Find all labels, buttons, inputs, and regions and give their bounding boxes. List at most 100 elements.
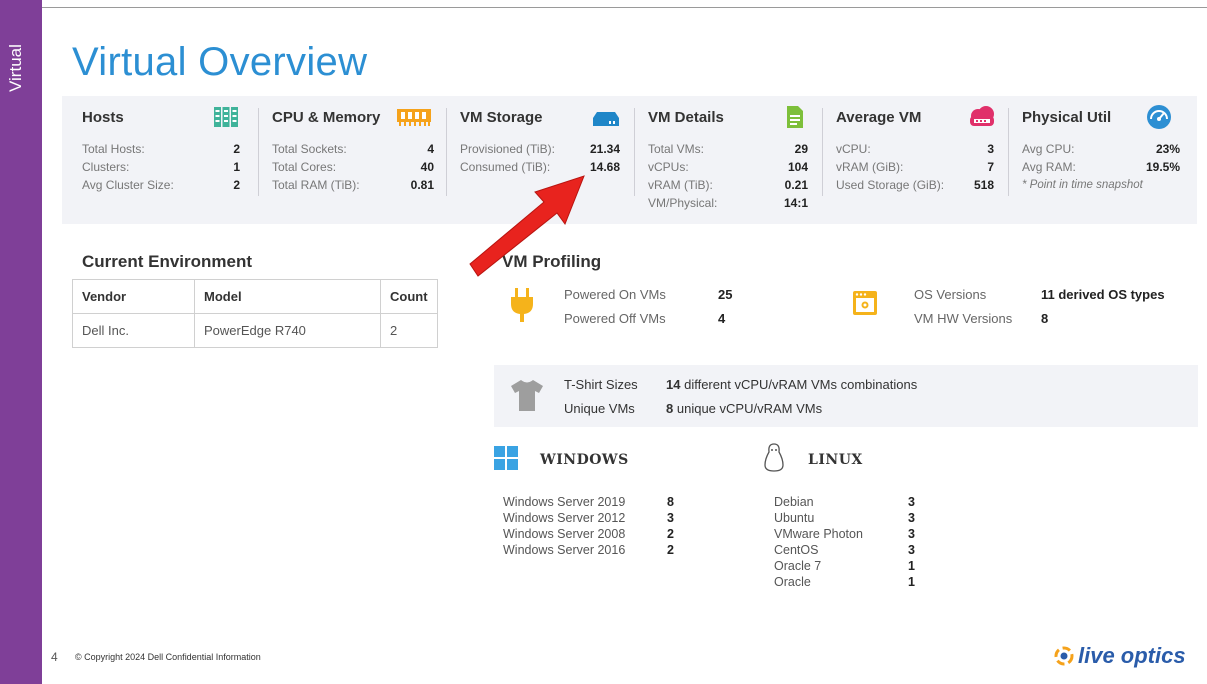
os-count: 3	[908, 511, 915, 525]
os-versions-value-text: 11 derived OS types	[1041, 287, 1165, 302]
memory-chip-icon	[397, 109, 431, 126]
stat-value: 0.21	[784, 178, 808, 192]
stat-label: Avg CPU:	[1022, 142, 1075, 156]
vm-profiling-title: VM Profiling	[502, 252, 602, 271]
os-versions-label: OS Versions	[914, 283, 986, 307]
vm-storage-card: VM Storage Provisioned (TiB): 21.34 Consu…	[446, 96, 634, 224]
hw-versions-label: VM HW Versions	[914, 307, 1012, 331]
column-header-vendor: Vendor	[72, 279, 195, 314]
tshirt-sizes-detail: 14 different vCPU/vRAM VMs combinations	[666, 377, 917, 392]
stat-label: Avg RAM:	[1022, 160, 1076, 174]
os-versions-value: 11 derived OS types	[1041, 283, 1165, 307]
stat-row: Avg RAM: 19.5%	[1022, 158, 1180, 176]
list-item: Oracle 7 1	[774, 558, 915, 574]
list-item: CentOS 3	[774, 542, 915, 558]
stat-value: 19.5%	[1145, 160, 1180, 174]
stat-value: 40	[420, 160, 434, 174]
table-header-row: Vendor Model Count	[72, 279, 438, 314]
stat-value: 21.34	[589, 142, 620, 156]
sidebar: Virtual	[0, 0, 42, 684]
powered-off-label-text: Powered Off VMs	[564, 311, 666, 326]
stat-row: Consumed (TiB): 14.68	[460, 158, 620, 176]
gauge-icon	[1147, 105, 1171, 129]
os-name: Windows Server 2016	[503, 543, 626, 557]
tshirt-icon	[511, 380, 543, 411]
hw-versions-value-text: 8	[1041, 311, 1049, 326]
list-item: Ubuntu 3	[774, 510, 915, 526]
stat-value: 3	[987, 142, 994, 156]
stat-row: Total Cores: 40	[272, 158, 434, 176]
summary-stats-band: Hosts Total Hosts: 2 Clusters: 1 Avg Clust…	[62, 96, 1197, 224]
stat-row: Total RAM (TiB): 0.81	[272, 176, 434, 194]
table-row: Dell Inc. PowerEdge R740 2	[72, 313, 438, 348]
tshirt-sizes-label: T-Shirt Sizes	[564, 377, 638, 392]
stat-value: 7	[987, 160, 994, 174]
copyright-text: © Copyright 2024 Dell Confidential Infor…	[75, 652, 261, 662]
server-rack-icon	[214, 107, 238, 127]
powered-on-value-text: 25	[718, 287, 733, 302]
live-optics-swirl-icon	[1054, 646, 1074, 666]
average-vm-card: Average VM vCPU: 3 vRAM (GiB): 7 Used Stor…	[822, 96, 1008, 224]
vm-details-card: VM Details Total VMs: 29 vCPUs: 104 vRAM (…	[634, 96, 822, 224]
linux-penguin-icon	[764, 443, 784, 472]
stat-label: Total Cores:	[272, 160, 337, 174]
os-name: Oracle 7	[774, 559, 822, 573]
os-name: Debian	[774, 495, 814, 509]
os-name: Windows Server 2008	[503, 527, 626, 541]
stat-label: Clusters:	[82, 160, 130, 174]
stat-row: vCPUs: 104	[648, 158, 808, 176]
stat-value: 1	[233, 160, 240, 174]
stat-label: Consumed (TiB):	[460, 160, 551, 174]
top-divider	[42, 7, 1207, 8]
stat-value: 29	[794, 142, 808, 156]
stat-label: Total Sockets:	[272, 142, 347, 156]
stat-row: Total VMs: 29	[648, 140, 808, 158]
powered-on-label: Powered On VMs	[564, 283, 666, 307]
column-header-model: Model	[194, 279, 381, 314]
os-count: 3	[908, 527, 915, 541]
linux-heading: LINUX	[808, 452, 863, 468]
list-item: Oracle 1	[774, 574, 915, 590]
list-item: Windows Server 2016 2	[503, 542, 674, 558]
stat-value: 518	[973, 178, 994, 192]
os-count: 1	[908, 559, 915, 573]
stat-value: 14:1	[783, 196, 808, 210]
stat-label: Total Hosts:	[82, 142, 145, 156]
stat-value: 2	[233, 142, 240, 156]
stat-value: 14.68	[589, 160, 620, 174]
stat-label: vRAM (GiB):	[836, 160, 904, 174]
linux-os-list: Debian 3 Ubuntu 3 VMware Photon 3 CentOS 3 O…	[774, 494, 915, 590]
os-count: 2	[667, 543, 674, 557]
windows-heading: WINDOWS	[540, 452, 629, 468]
stat-value: 4	[427, 142, 434, 156]
document-icon	[787, 106, 803, 128]
count-cell: 2	[380, 313, 438, 348]
stat-label: Total RAM (TiB):	[272, 178, 360, 192]
powered-off-label: Powered Off VMs	[564, 307, 666, 331]
unique-vms-count: 8	[666, 401, 674, 416]
column-header-count: Count	[380, 279, 438, 314]
cpu-memory-card: CPU & Memory Total Sockets: 4 Total Cores…	[258, 96, 448, 224]
powered-on-label-text: Powered On VMs	[564, 287, 666, 302]
brand-name: live optics	[1078, 643, 1186, 668]
sidebar-label: Virtual	[6, 44, 25, 92]
os-name: Windows Server 2012	[503, 511, 626, 525]
stat-value: 104	[787, 160, 808, 174]
os-name: CentOS	[774, 543, 819, 557]
os-window-icon	[853, 291, 877, 315]
page-title: Virtual Overview	[72, 40, 368, 84]
stat-row: vCPU: 3	[836, 140, 994, 158]
stat-label: Total VMs:	[648, 142, 705, 156]
list-item: Windows Server 2008 2	[503, 526, 674, 542]
stat-label: vCPU:	[836, 142, 871, 156]
stat-label: vCPUs:	[648, 160, 689, 174]
stat-row: Avg Cluster Size: 2	[82, 176, 240, 194]
stat-row: Clusters: 1	[82, 158, 240, 176]
cloud-server-icon	[970, 106, 994, 126]
hosts-card: Hosts Total Hosts: 2 Clusters: 1 Avg Clust…	[68, 96, 254, 224]
power-plug-icon	[511, 288, 533, 322]
os-count: 2	[667, 527, 674, 541]
storage-drive-icon	[593, 112, 619, 126]
windows-logo-icon	[494, 446, 518, 470]
stat-row: Provisioned (TiB): 21.34	[460, 140, 620, 158]
